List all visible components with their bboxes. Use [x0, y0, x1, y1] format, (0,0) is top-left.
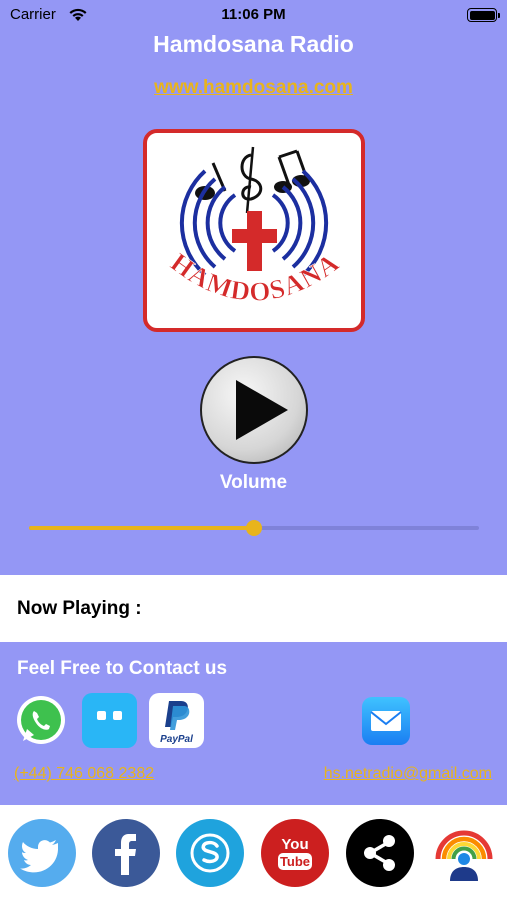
skype-icon[interactable]	[176, 819, 244, 887]
youtube-text-bottom: Tube	[280, 854, 310, 869]
paypal-text: PayPal	[160, 734, 193, 745]
hamdosana-logo: HAMDOSANA	[165, 146, 344, 307]
play-icon	[236, 380, 288, 440]
now-playing-label: Now Playing :	[17, 598, 142, 619]
email-link[interactable]: hs.netradio@gmail.com	[324, 765, 492, 783]
play-button[interactable]	[200, 356, 308, 464]
facebook-icon[interactable]	[92, 819, 160, 887]
radio-icon[interactable]	[430, 819, 498, 887]
messenger-icon[interactable]	[82, 693, 137, 748]
youtube-icon[interactable]: You Tube	[261, 819, 329, 887]
clock: 11:06 PM	[221, 6, 286, 23]
whatsapp-icon[interactable]	[14, 693, 69, 748]
status-bar: Carrier 11:06 PM	[0, 0, 507, 30]
mail-icon[interactable]	[362, 697, 410, 745]
share-icon[interactable]	[346, 819, 414, 887]
phone-link[interactable]: (+44) 746 068 2382	[14, 765, 154, 783]
volume-slider[interactable]	[29, 520, 479, 536]
volume-label: Volume	[219, 472, 288, 493]
battery-icon	[467, 8, 500, 22]
now-playing-panel: Now Playing :	[0, 575, 507, 642]
twitter-icon[interactable]	[8, 819, 76, 887]
volume-fill	[29, 526, 254, 530]
volume-thumb[interactable]	[246, 520, 262, 536]
website-link[interactable]: www.hamdosana.com	[0, 77, 507, 99]
paypal-icon[interactable]: PayPal	[149, 693, 204, 748]
social-bar: You Tube	[0, 805, 507, 900]
station-logo: HAMDOSANA	[143, 129, 365, 332]
youtube-text-top: You	[281, 836, 308, 853]
app-title: Hamdosana Radio	[153, 31, 354, 57]
contact-title: Feel Free to Contact us	[17, 658, 228, 679]
